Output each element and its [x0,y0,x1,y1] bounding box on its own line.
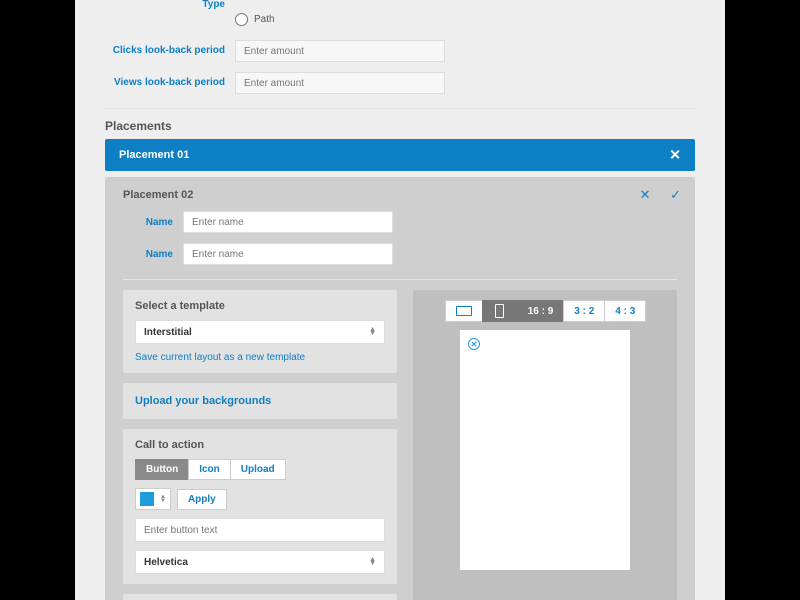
preview-panel: 16 : 9 3 : 2 4 : 3 ✕ [413,290,677,600]
left-column: Select a template Interstitial ▲▼ Save c… [123,290,397,600]
type-radio-path[interactable] [235,13,248,26]
cta-color-picker[interactable]: ▲▼ [135,488,171,510]
placement-01-close-icon[interactable]: ✕ [669,147,681,164]
type-label: Type [105,0,235,11]
app-frame: Type Path Clicks look-back period Views … [75,0,725,600]
type-option-path-row: Path [105,13,695,26]
clicks-lookback-input[interactable] [235,40,445,62]
template-card: Select a template Interstitial ▲▼ Save c… [123,290,397,373]
placement-02-name-row-1: Name [123,211,677,233]
preview-tabs: 16 : 9 3 : 2 4 : 3 [423,300,667,322]
video-preview-card: Video preview 🔍 [123,594,397,600]
device-portrait-tab[interactable] [482,300,518,322]
cta-tab-button[interactable]: Button [135,459,189,480]
ratio-16-9-tab[interactable]: 16 : 9 [517,300,565,322]
placement-01-title: Placement 01 [119,149,189,161]
device-landscape-tab[interactable] [445,300,483,322]
canvas-target-icon[interactable]: ✕ [468,338,480,350]
views-lookback-label: Views look-back period [105,77,235,89]
select-caret-icon: ▲▼ [369,328,376,336]
template-select[interactable]: Interstitial ▲▼ [135,320,385,344]
name-input-2[interactable] [183,243,393,265]
cta-heading: Call to action [135,439,385,451]
placement-01-bar[interactable]: Placement 01 ✕ [105,139,695,171]
cta-type-tabs: Button Icon Upload [135,459,385,480]
cta-text-input[interactable] [135,518,385,542]
placement-02-panel: Placement 02 ✕ ✓ Name Name Select a temp… [105,177,695,600]
save-template-link[interactable]: Save current layout as a new template [135,352,385,363]
placement-02-close-icon[interactable]: ✕ [640,187,651,202]
upload-backgrounds-link[interactable]: Upload your backgrounds [123,383,397,419]
preview-canvas[interactable]: ✕ [460,330,630,570]
views-lookback-row: Views look-back period [105,72,695,94]
cta-font-value: Helvetica [144,557,188,568]
type-option-path[interactable]: Path [235,13,275,26]
type-row-partial: Type [105,0,695,11]
clicks-lookback-row: Clicks look-back period [105,40,695,62]
name-label-2: Name [123,249,183,260]
placement-02-name-row-2: Name [123,243,677,265]
placements-heading: Placements [105,119,725,133]
landscape-icon [456,306,472,316]
cta-tab-upload[interactable]: Upload [230,459,286,480]
cta-apply-button[interactable]: Apply [177,489,227,510]
ratio-3-2-tab[interactable]: 3 : 2 [563,300,605,322]
name-input-1[interactable] [183,211,393,233]
type-radio-label: Path [254,14,275,25]
cta-font-select[interactable]: Helvetica ▲▼ [135,550,385,574]
name-label-1: Name [123,217,183,228]
views-lookback-input[interactable] [235,72,445,94]
cta-card: Call to action Button Icon Upload ▲▼ App… [123,429,397,584]
caret-icon: ▲▼ [160,495,166,503]
select-caret-icon: ▲▼ [369,558,376,566]
clicks-lookback-label: Clicks look-back period [105,45,235,57]
placement-02-title: Placement 02 [123,189,677,201]
ratio-4-3-tab[interactable]: 4 : 3 [604,300,646,322]
placement-02-confirm-icon[interactable]: ✓ [670,187,681,202]
template-heading: Select a template [135,300,385,312]
color-swatch [140,492,154,506]
cta-tab-icon[interactable]: Icon [188,459,231,480]
template-value: Interstitial [144,327,192,338]
portrait-icon [495,304,504,318]
